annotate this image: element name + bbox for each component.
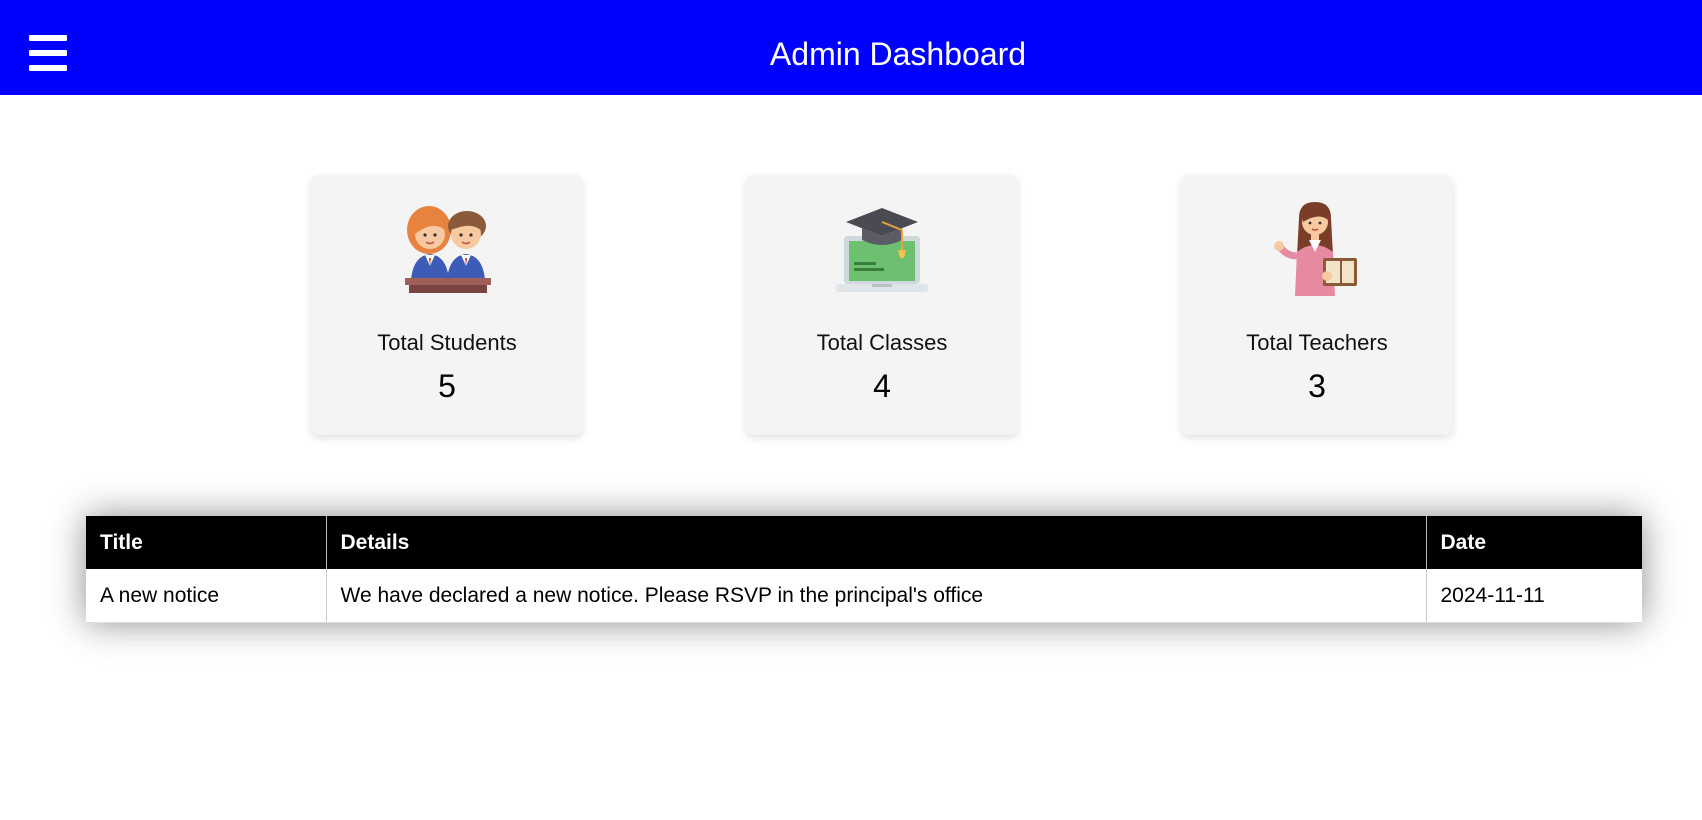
stat-card-students[interactable]: Total Students 5 [311,175,583,435]
notice-details-cell: We have declared a new notice. Please RS… [326,569,1427,623]
notice-table: Title Details Date A new notice We have … [86,516,1642,623]
stat-value: 5 [438,368,456,404]
stat-label: Total Classes [816,330,948,355]
students-icon [405,206,491,293]
stat-label: Total Teachers [1246,330,1388,355]
table-row[interactable]: A new notice We have declared a new noti… [86,569,1642,623]
notice-title-cell: A new notice [86,569,327,623]
column-header-title: Title [86,516,327,569]
notice-date-cell: 2024-11-11 [1426,569,1642,623]
top-bar: Admin Dashboard [0,0,1702,95]
page-title: Admin Dashboard [769,36,1027,72]
teacher-icon [1274,202,1357,296]
notice-table-container: Title Details Date A new notice We have … [86,516,1642,623]
stat-card-classes[interactable]: Total Classes 4 [746,175,1018,435]
stat-value: 3 [1308,368,1326,404]
stat-card-teachers[interactable]: Total Teachers 3 [1181,175,1453,435]
table-header-row: Title Details Date [86,516,1642,569]
column-header-date: Date [1426,516,1642,569]
graduation-laptop-icon [836,208,928,292]
column-header-details: Details [326,516,1427,569]
stat-label: Total Students [377,330,517,355]
stat-value: 4 [873,368,891,404]
